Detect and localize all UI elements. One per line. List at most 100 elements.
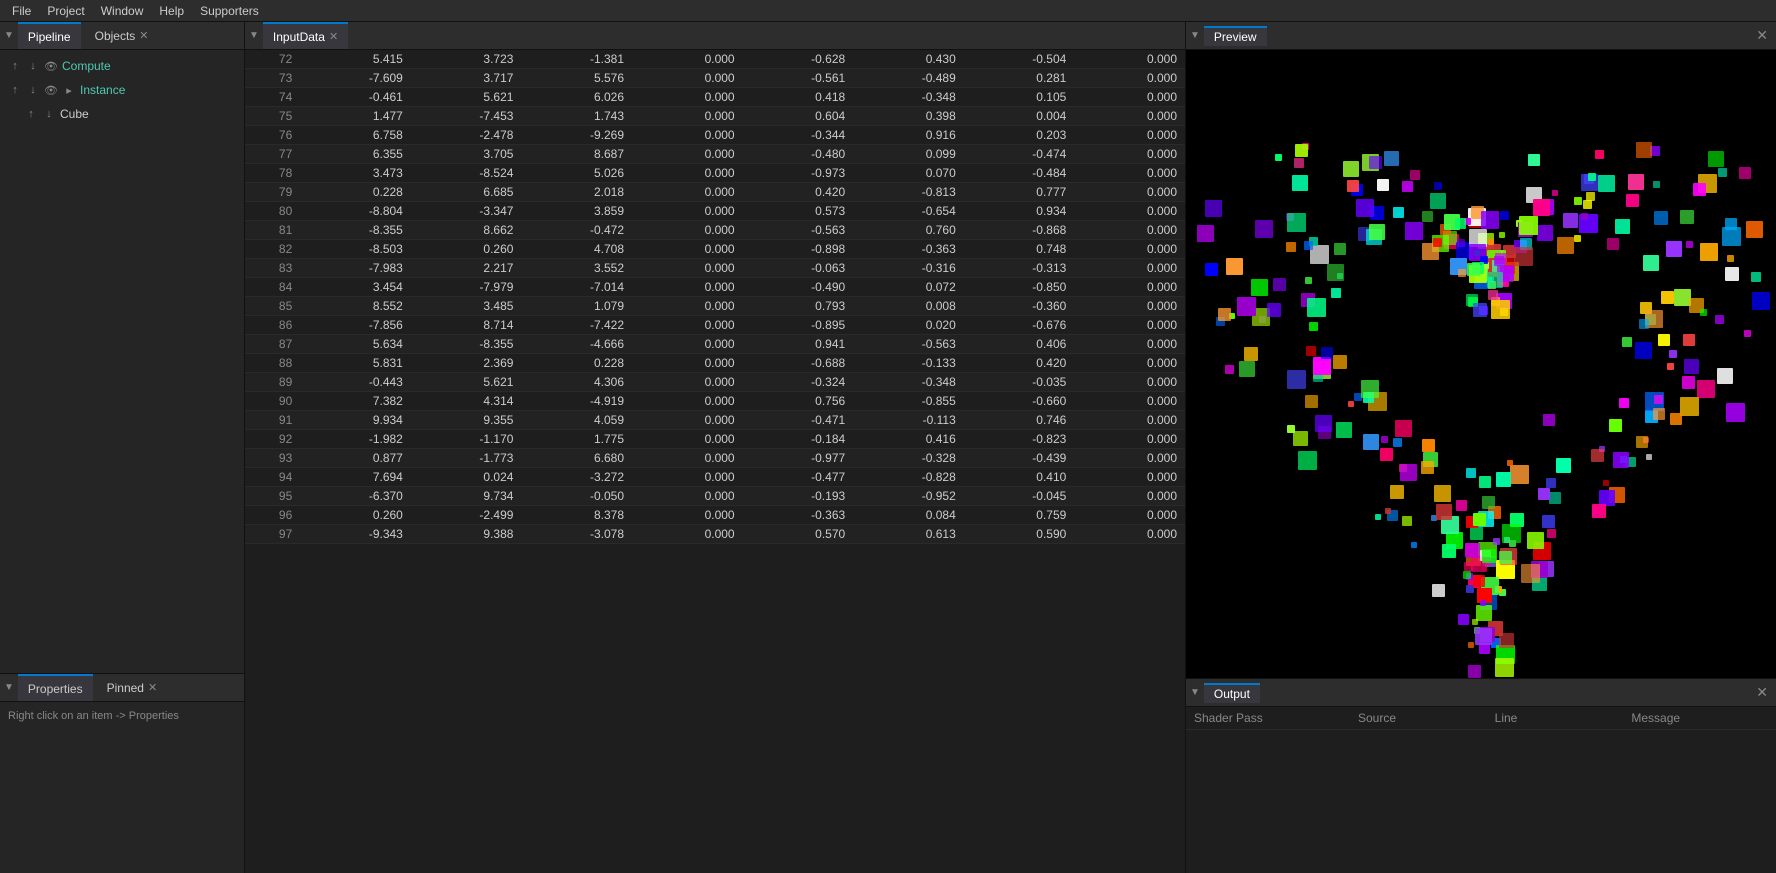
eye-icon-compute[interactable]: 👁: [44, 60, 58, 73]
cell-value: 0.000: [632, 468, 743, 487]
table-row: 776.3553.7058.6870.000-0.4800.099-0.4740…: [245, 145, 1185, 164]
tab-inputdata[interactable]: InputData ✕: [263, 22, 348, 49]
preview-close-icon[interactable]: ✕: [1752, 27, 1772, 44]
cell-value: -0.133: [853, 354, 964, 373]
pipeline-chevron-icon: ▼: [4, 30, 14, 41]
cell-value: 5.415: [300, 50, 411, 69]
cell-value: 0.228: [300, 183, 411, 202]
cell-value: 0.000: [632, 221, 743, 240]
cube-particle: [1400, 464, 1417, 481]
cube-particle: [1315, 415, 1332, 432]
cell-value: -0.461: [300, 88, 411, 107]
cell-value: 1.477: [300, 107, 411, 126]
tree-item-instance[interactable]: ↑ ↓ 👁 ▸ Instance: [0, 78, 244, 102]
cell-value: 5.576: [521, 69, 632, 88]
pinned-close-icon[interactable]: ✕: [148, 681, 157, 694]
row-index: 95: [245, 487, 300, 506]
row-index: 73: [245, 69, 300, 88]
cube-particle: [1670, 413, 1682, 425]
cell-value: 0.613: [853, 525, 964, 544]
row-index: 87: [245, 335, 300, 354]
cube-particle: [1556, 458, 1571, 473]
cell-value: 0.000: [632, 50, 743, 69]
cube-particle: [1509, 540, 1516, 547]
cube-particle: [1493, 538, 1500, 545]
cell-value: -0.855: [853, 392, 964, 411]
menu-file[interactable]: File: [4, 2, 39, 20]
cell-value: 9.734: [411, 487, 522, 506]
eye-icon-instance[interactable]: 👁: [44, 84, 58, 97]
tab-pipeline[interactable]: Pipeline: [18, 22, 81, 49]
tab-objects[interactable]: Objects ✕: [85, 22, 159, 49]
row-index: 76: [245, 126, 300, 145]
tree-item-compute[interactable]: ↑ ↓ 👁 Compute: [0, 54, 244, 78]
cube-particle: [1552, 190, 1558, 196]
cell-value: 0.000: [1074, 202, 1185, 221]
cell-value: -0.184: [743, 430, 854, 449]
cube-particle: [1251, 279, 1268, 296]
cell-value: 0.000: [632, 525, 743, 544]
cell-value: 0.000: [1074, 278, 1185, 297]
tab-pinned[interactable]: Pinned ✕: [97, 674, 168, 701]
properties-header: ▼ Properties Pinned ✕: [0, 674, 244, 702]
cell-value: -0.348: [853, 88, 964, 107]
menu-project[interactable]: Project: [39, 2, 92, 20]
cube-particle: [1434, 182, 1442, 190]
cell-value: -0.439: [964, 449, 1075, 468]
cell-value: 0.024: [411, 468, 522, 487]
cell-value: -0.952: [853, 487, 964, 506]
cube-particle: [1456, 500, 1467, 511]
cube-particle: [1603, 480, 1609, 486]
cell-value: 0.084: [853, 506, 964, 525]
output-close-icon[interactable]: ✕: [1752, 684, 1772, 701]
preview-chevron-icon: ▼: [1190, 30, 1200, 41]
menu-window[interactable]: Window: [93, 2, 152, 20]
cube-particle: [1455, 218, 1466, 229]
cell-value: 3.705: [411, 145, 522, 164]
cell-value: 0.573: [743, 202, 854, 221]
table-row: 82-8.5030.2604.7080.000-0.898-0.3630.748…: [245, 240, 1185, 259]
cell-value: 0.000: [1074, 335, 1185, 354]
cell-value: 0.000: [632, 164, 743, 183]
table-row: 97-9.3439.388-3.0780.0000.5700.6130.5900…: [245, 525, 1185, 544]
cell-value: -0.050: [521, 487, 632, 506]
menu-help[interactable]: Help: [151, 2, 192, 20]
cube-particle: [1514, 247, 1533, 266]
tab-preview[interactable]: Preview: [1204, 26, 1267, 46]
tree-item-cube[interactable]: ↑ ↓ Cube: [0, 102, 244, 126]
down-arrow-icon: ↓: [26, 60, 40, 72]
collapse-icon-instance[interactable]: ▸: [62, 84, 76, 97]
tab-properties[interactable]: Properties: [18, 674, 93, 701]
cell-value: -0.313: [964, 259, 1075, 278]
cube-particle: [1666, 241, 1682, 257]
cell-value: 9.934: [300, 411, 411, 430]
main-layout: ▼ Pipeline Objects ✕ ↑ ↓ 👁 Compute ↑ ↓ 👁…: [0, 22, 1776, 873]
cube-particle: [1504, 537, 1510, 543]
cell-value: 0.590: [964, 525, 1075, 544]
row-index: 81: [245, 221, 300, 240]
cube-particle: [1752, 292, 1770, 310]
inputdata-close-icon[interactable]: ✕: [329, 30, 338, 43]
cell-value: 0.000: [1074, 468, 1185, 487]
properties-panel: ▼ Properties Pinned ✕ Right click on an …: [0, 673, 244, 873]
cube-particle: [1334, 243, 1346, 255]
cell-value: 0.099: [853, 145, 964, 164]
tab-output[interactable]: Output: [1204, 683, 1260, 703]
cube-particle: [1309, 322, 1318, 331]
cell-value: 0.000: [1074, 392, 1185, 411]
data-table-wrapper[interactable]: 725.4153.723-1.3810.000-0.6280.430-0.504…: [245, 50, 1185, 873]
cell-value: -0.348: [853, 373, 964, 392]
table-row: 95-6.3709.734-0.0500.000-0.193-0.952-0.0…: [245, 487, 1185, 506]
cube-particle: [1468, 642, 1474, 648]
cell-value: -8.524: [411, 164, 522, 183]
cube-particle: [1700, 309, 1707, 316]
cube-particle: [1680, 397, 1699, 416]
row-index: 72: [245, 50, 300, 69]
props-chevron-icon: ▼: [4, 682, 14, 693]
menu-supporters[interactable]: Supporters: [192, 2, 267, 20]
cell-value: 0.000: [1074, 487, 1185, 506]
cell-value: 0.000: [632, 259, 743, 278]
objects-close-icon[interactable]: ✕: [139, 29, 148, 42]
cube-particle: [1684, 359, 1699, 374]
cell-value: 6.758: [300, 126, 411, 145]
